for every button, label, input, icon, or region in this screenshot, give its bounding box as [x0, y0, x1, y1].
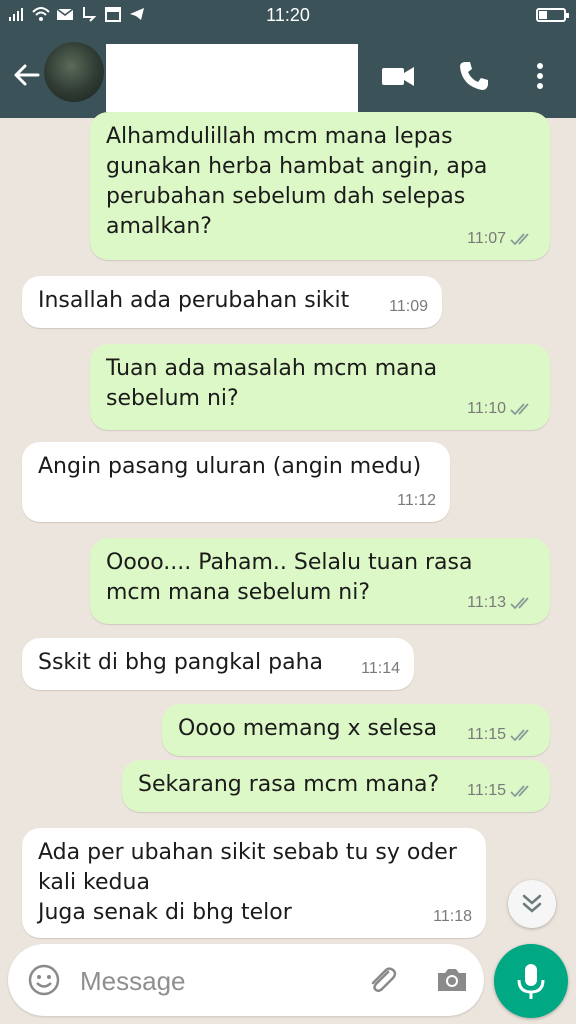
double-check-icon — [510, 785, 529, 798]
microphone-icon — [517, 964, 545, 999]
message-time: 11:14 — [361, 660, 400, 677]
message-bubble-outgoing[interactable]: Oooo memang x selesa 11:15 — [162, 704, 550, 756]
message-meta: 11:13 — [467, 588, 536, 618]
double-check-icon — [510, 597, 529, 610]
message-input[interactable] — [78, 958, 362, 1004]
message-meta: 11:14 — [361, 654, 400, 684]
message-bubble-incoming[interactable]: Ada per ubahan sikit sebab tu sy oder ka… — [22, 828, 486, 938]
chat-header — [0, 32, 576, 118]
message-compose-bar — [8, 944, 484, 1016]
contact-name-redacted[interactable] — [106, 44, 358, 112]
message-time: 11:12 — [397, 492, 436, 509]
message-meta: 11:15 — [467, 720, 536, 750]
message-time: 11:09 — [389, 298, 428, 315]
avatar[interactable] — [44, 42, 104, 102]
message-bubble-incoming[interactable]: Insallah ada perubahan sikit 11:09 — [22, 276, 442, 328]
message-time: 11:13 — [467, 594, 506, 611]
paperclip-icon[interactable] — [364, 962, 400, 998]
message-meta: 11:10 — [467, 394, 536, 424]
message-bubble-outgoing[interactable]: Sekarang rasa mcm mana? 11:15 — [122, 760, 550, 812]
video-call-icon[interactable] — [380, 58, 416, 94]
message-meta: 11:18 — [433, 902, 472, 932]
message-time: 11:15 — [467, 726, 506, 743]
message-meta: 11:07 — [467, 224, 536, 254]
microphone-button[interactable] — [494, 944, 568, 1018]
status-bar: 11:20 — [0, 0, 576, 32]
message-meta: 11:09 — [389, 292, 428, 322]
battery-icon — [536, 8, 569, 22]
more-vert-icon[interactable] — [522, 58, 558, 94]
message-text: Angin pasang uluran (angin medu) — [38, 454, 422, 479]
message-text: Insallah ada perubahan sikit — [38, 288, 350, 313]
message-text: Sskit di bhg pangkal paha — [38, 650, 324, 675]
message-bubble-outgoing[interactable]: Tuan ada masalah mcm mana sebelum ni? 11… — [90, 344, 550, 430]
message-bubble-outgoing[interactable]: Alhamdulillah mcm mana lepas gunakan her… — [90, 112, 550, 260]
message-bubble-outgoing[interactable]: Oooo.... Paham.. Selalu tuan rasa mcm ma… — [90, 538, 550, 624]
message-meta: 11:12 — [397, 486, 436, 516]
scroll-to-bottom-button[interactable] — [508, 880, 556, 928]
message-time: 11:07 — [467, 230, 506, 247]
arrow-left-icon[interactable] — [10, 58, 44, 92]
message-time: 11:18 — [433, 908, 472, 925]
message-meta: 11:15 — [467, 776, 536, 806]
message-text: Ada per ubahan sikit sebab tu sy oder ka… — [38, 840, 457, 925]
emoji-icon[interactable] — [26, 962, 62, 998]
double-check-icon — [510, 233, 529, 246]
camera-icon[interactable] — [434, 962, 470, 998]
status-time: 11:20 — [266, 5, 310, 25]
message-time: 11:15 — [467, 782, 506, 799]
message-bubble-incoming[interactable]: Angin pasang uluran (angin medu) 11:12 — [22, 442, 450, 522]
double-check-icon — [510, 403, 529, 416]
double-check-icon — [510, 729, 529, 742]
phone-icon[interactable] — [456, 58, 492, 94]
message-time: 11:10 — [467, 400, 506, 417]
message-bubble-incoming[interactable]: Sskit di bhg pangkal paha 11:14 — [22, 638, 414, 690]
double-chevron-down-icon — [522, 894, 542, 913]
